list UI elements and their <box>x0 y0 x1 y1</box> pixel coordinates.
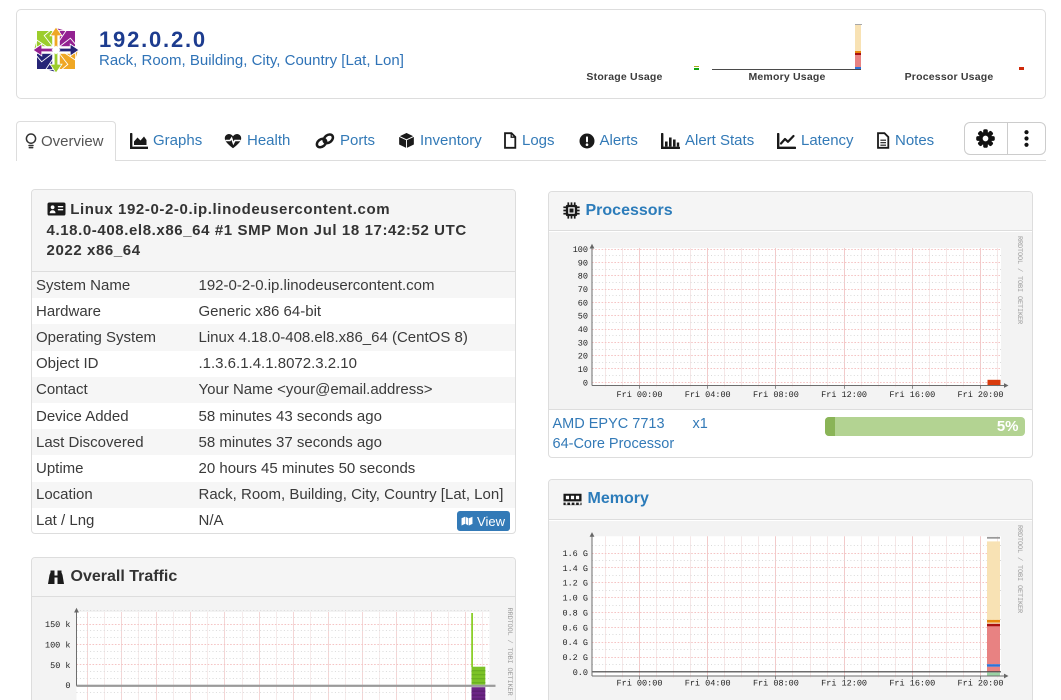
svg-text:80: 80 <box>577 271 587 281</box>
svg-text:1.0 G: 1.0 G <box>562 593 588 603</box>
svg-text:Fri 12:00: Fri 12:00 <box>821 678 867 688</box>
svg-text:0: 0 <box>582 378 587 388</box>
svg-text:90: 90 <box>577 258 587 268</box>
svg-text:Fri 16:00: Fri 16:00 <box>889 390 935 400</box>
svg-text:70: 70 <box>577 285 587 295</box>
svg-text:1.4 G: 1.4 G <box>562 563 588 573</box>
svg-text:Fri 08:00: Fri 08:00 <box>752 678 798 688</box>
svg-text:Fri 08:00: Fri 08:00 <box>752 390 798 400</box>
svg-text:Fri 04:00: Fri 04:00 <box>684 678 730 688</box>
svg-text:Fri 00:00: Fri 00:00 <box>616 390 662 400</box>
svg-text:40: 40 <box>577 325 587 335</box>
svg-text:50 k: 50 k <box>50 661 70 671</box>
svg-text:Fri 04:00: Fri 04:00 <box>684 390 730 400</box>
svg-text:Fri 12:00: Fri 12:00 <box>821 390 867 400</box>
svg-text:60: 60 <box>577 298 587 308</box>
svg-text:RRDTOOL / TOBI OETIKER: RRDTOOL / TOBI OETIKER <box>505 608 514 697</box>
svg-text:1.2 G: 1.2 G <box>562 578 588 588</box>
svg-text:Fri 20:00: Fri 20:00 <box>957 678 1003 688</box>
svg-text:100 k: 100 k <box>44 640 70 650</box>
svg-text:50: 50 <box>577 311 587 321</box>
svg-text:0: 0 <box>65 681 70 691</box>
svg-text:0.6 G: 0.6 G <box>562 623 588 633</box>
svg-text:100: 100 <box>572 245 587 255</box>
svg-text:10: 10 <box>577 365 587 375</box>
svg-text:RRDTOOL / TOBI OETIKER: RRDTOOL / TOBI OETIKER <box>1015 236 1024 325</box>
svg-text:RRDTOOL / TOBI OETIKER: RRDTOOL / TOBI OETIKER <box>1015 525 1024 614</box>
svg-text:0.8 G: 0.8 G <box>562 608 588 618</box>
svg-text:0.0: 0.0 <box>572 667 587 677</box>
svg-text:Fri 00:00: Fri 00:00 <box>616 678 662 688</box>
svg-text:150 k: 150 k <box>44 620 70 630</box>
svg-text:1.6 G: 1.6 G <box>562 549 588 559</box>
svg-text:0.2 G: 0.2 G <box>562 653 588 663</box>
svg-text:Fri 20:00: Fri 20:00 <box>957 390 1003 400</box>
svg-text:30: 30 <box>577 338 587 348</box>
svg-text:20: 20 <box>577 351 587 361</box>
svg-text:Fri 16:00: Fri 16:00 <box>889 678 935 688</box>
svg-text:0.4 G: 0.4 G <box>562 638 588 648</box>
